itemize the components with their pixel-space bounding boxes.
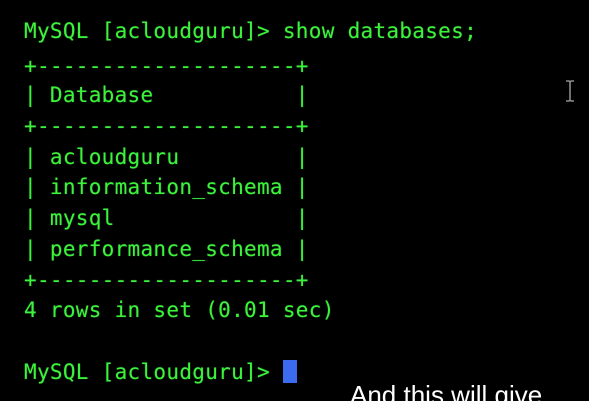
input-prompt-line[interactable]: MySQL [acloudguru]> bbox=[24, 360, 297, 384]
table-row: | information_schema | bbox=[24, 175, 309, 199]
table-border-bottom: +--------------------+ bbox=[24, 268, 309, 292]
table-border-top: +--------------------+ bbox=[24, 54, 309, 78]
table-border-mid: +--------------------+ bbox=[24, 114, 309, 138]
table-header-row: | Database | bbox=[24, 83, 309, 107]
table-row: | performance_schema | bbox=[24, 237, 309, 261]
terminal-window[interactable]: MySQL [acloudguru]> show databases; +---… bbox=[0, 0, 589, 401]
video-caption: And this will give bbox=[350, 380, 543, 401]
text-cursor bbox=[282, 360, 297, 383]
table-row: | acloudguru | bbox=[24, 145, 309, 169]
text-cursor-ibeam-icon bbox=[566, 80, 574, 102]
command-line: MySQL [acloudguru]> show databases; bbox=[24, 19, 478, 43]
prompt-text: MySQL [acloudguru]> bbox=[24, 360, 283, 384]
result-summary: 4 rows in set (0.01 sec) bbox=[24, 298, 335, 322]
table-row: | mysql | bbox=[24, 206, 309, 230]
